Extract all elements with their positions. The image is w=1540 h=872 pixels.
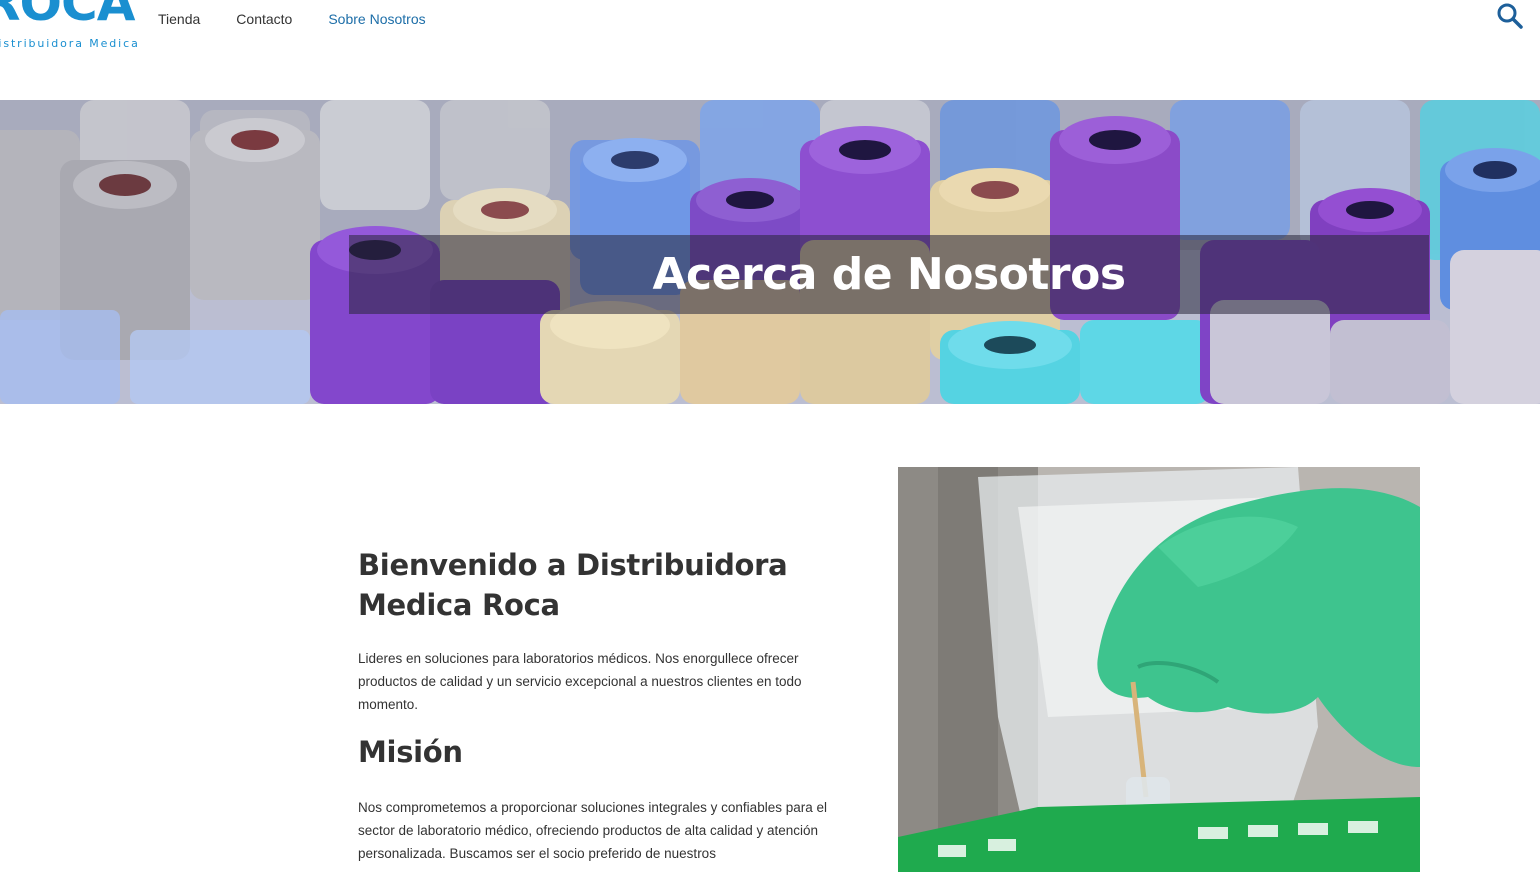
- mision-paragraph: Nos comprometemos a proporcionar solucio…: [358, 800, 827, 861]
- nav-item-tienda[interactable]: Tienda: [158, 9, 200, 29]
- welcome-paragraph: Lideres en soluciones para laboratorios …: [358, 651, 802, 712]
- logo[interactable]: ROCA Distribuidora Medica: [0, 0, 138, 53]
- nav-item-contacto[interactable]: Contacto: [236, 9, 292, 29]
- site-header: ROCA Distribuidora Medica Tienda Contact…: [0, 0, 1540, 100]
- hero-banner: Acerca de Nosotros: [0, 100, 1540, 404]
- search-icon[interactable]: [1496, 2, 1524, 30]
- page-title: Acerca de Nosotros: [652, 249, 1126, 300]
- welcome-heading: Bienvenido a Distribuidora Medica Roca: [358, 548, 788, 622]
- main-nav: Tienda Contacto Sobre Nosotros: [158, 9, 462, 29]
- mision-heading: Misión: [358, 735, 463, 769]
- nav-item-sobre-nosotros[interactable]: Sobre Nosotros: [328, 9, 425, 29]
- logo-subtitle: Distribuidora Medica: [0, 37, 140, 50]
- lab-photo: [898, 467, 1420, 872]
- logo-wordmark: ROCA: [0, 0, 135, 32]
